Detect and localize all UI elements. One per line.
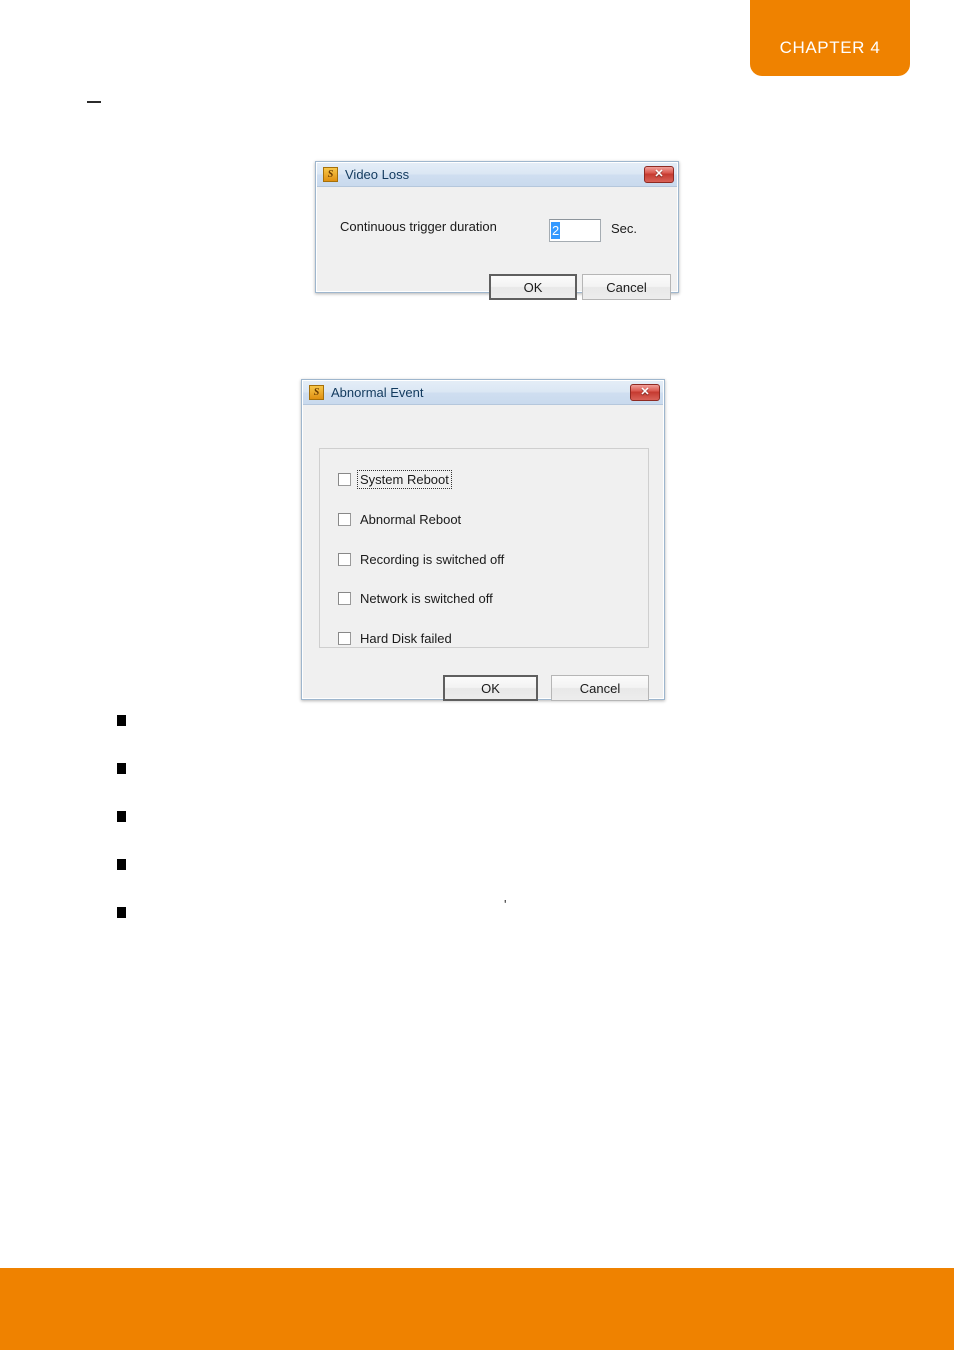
checkbox-row-network-switched-off[interactable]: Network is switched off: [338, 590, 495, 606]
close-icon[interactable]: ✕: [644, 166, 674, 183]
continuous-trigger-duration-unit: Sec.: [611, 221, 638, 236]
video-loss-body: Continuous trigger duration 2 Sec. OK Ca…: [317, 187, 677, 300]
continuous-trigger-duration-value: 2: [551, 222, 561, 239]
ok-button[interactable]: OK: [443, 675, 538, 701]
checkbox-icon[interactable]: [338, 472, 351, 486]
list-item: [117, 905, 817, 953]
abnormal-event-dialog: S Abnormal Event ✕ System Reboot Abnorma…: [301, 379, 665, 701]
checkbox-label: Recording is switched off: [360, 551, 505, 567]
footer-bar: [0, 1268, 954, 1350]
abnormal-event-dialog-frame: S Abnormal Event ✕ System Reboot Abnorma…: [302, 380, 664, 701]
abnormal-event-checkbox-group: System Reboot Abnormal Reboot Recording …: [319, 448, 649, 648]
list-item: [117, 761, 817, 809]
checkbox-icon[interactable]: [338, 631, 351, 645]
square-bullet-icon: [117, 763, 126, 774]
ok-button[interactable]: OK: [489, 274, 577, 300]
checkbox-label: Hard Disk failed: [360, 630, 452, 646]
close-icon[interactable]: ✕: [630, 384, 660, 401]
square-bullet-icon: [117, 715, 126, 726]
continuous-trigger-duration-label: Continuous trigger duration: [340, 219, 497, 234]
list-item: [117, 713, 817, 761]
cancel-button[interactable]: Cancel: [582, 274, 671, 300]
abnormal-event-body: System Reboot Abnormal Reboot Recording …: [303, 405, 663, 701]
app-window-icon: S: [309, 385, 324, 400]
paragraph-dash-mark: [87, 101, 101, 103]
abnormal-event-title: Abnormal Event: [331, 385, 424, 400]
abnormal-event-titlebar[interactable]: S Abnormal Event ✕: [303, 381, 663, 405]
list-item: [117, 809, 817, 857]
video-loss-title: Video Loss: [345, 167, 410, 182]
checkbox-row-hard-disk-failed[interactable]: Hard Disk failed: [338, 630, 454, 646]
checkbox-icon[interactable]: [338, 512, 351, 526]
bullet-list: [117, 713, 817, 953]
checkbox-row-abnormal-reboot[interactable]: Abnormal Reboot: [338, 511, 463, 527]
video-loss-titlebar[interactable]: S Video Loss ✕: [317, 163, 677, 187]
chapter-tab: CHAPTER 4: [750, 0, 910, 76]
square-bullet-icon: [117, 859, 126, 870]
checkbox-icon[interactable]: [338, 591, 351, 605]
checkbox-icon[interactable]: [338, 552, 351, 566]
continuous-trigger-duration-row: Continuous trigger duration 2 Sec.: [317, 219, 677, 242]
checkbox-row-system-reboot[interactable]: System Reboot: [338, 469, 452, 489]
checkbox-row-recording-switched-off[interactable]: Recording is switched off: [338, 551, 506, 567]
square-bullet-icon: [117, 811, 126, 822]
app-window-icon: S: [323, 167, 338, 182]
checkbox-label: System Reboot: [357, 469, 452, 489]
checkbox-label: Abnormal Reboot: [360, 511, 462, 527]
video-loss-dialog-frame: S Video Loss ✕ Continuous trigger durati…: [316, 162, 678, 300]
video-loss-dialog: S Video Loss ✕ Continuous trigger durati…: [315, 161, 679, 300]
continuous-trigger-duration-input[interactable]: 2: [549, 219, 601, 242]
list-item: [117, 857, 817, 905]
checkbox-label: Network is switched off: [360, 590, 493, 606]
chapter-tab-label: CHAPTER 4: [779, 38, 881, 57]
square-bullet-icon: [117, 907, 126, 918]
cancel-button[interactable]: Cancel: [551, 675, 649, 701]
